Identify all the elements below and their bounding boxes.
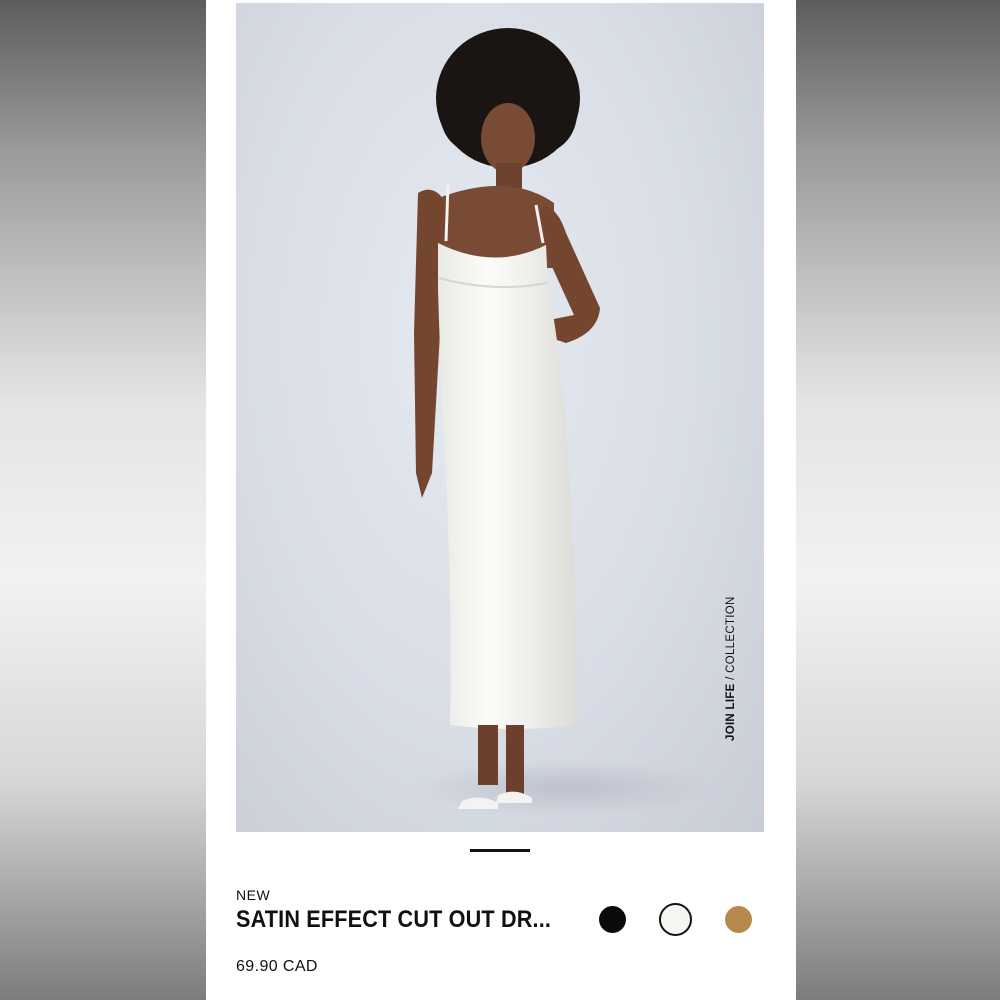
collection-tag-strong: JOIN LIFE (725, 683, 737, 741)
product-image[interactable]: JOIN LIFE / COLLECTION (236, 3, 764, 832)
blurred-background-right (796, 0, 1000, 1000)
color-swatch-black[interactable] (599, 906, 626, 933)
gallery-page-indicator[interactable] (470, 849, 530, 852)
collection-tag-rest: / COLLECTION (725, 596, 737, 684)
collection-tag: JOIN LIFE / COLLECTION (725, 596, 737, 741)
product-card: JOIN LIFE / COLLECTION NEW SATIN EFFECT … (206, 0, 796, 1000)
product-title[interactable]: SATIN EFFECT CUT OUT DR... (236, 906, 551, 934)
color-swatch-camel[interactable] (725, 906, 752, 933)
color-swatch-white[interactable] (659, 903, 692, 936)
product-price: 69.90 CAD (236, 958, 318, 975)
model-illustration (414, 28, 716, 816)
blurred-background-left (0, 0, 206, 1000)
new-badge: NEW (236, 887, 271, 903)
